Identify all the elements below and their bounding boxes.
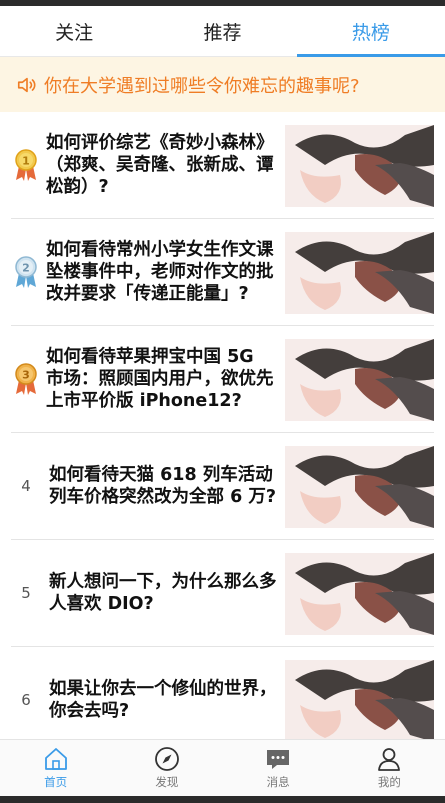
item-title: 如果让你去一个修仙的世界，你会去吗? [49, 679, 277, 721]
svg-text:2: 2 [22, 262, 30, 275]
message-icon [267, 750, 290, 769]
list-item[interactable]: 6 如果让你去一个修仙的世界，你会去吗? [11, 647, 434, 754]
bronze-medal-icon: 3 [15, 363, 37, 395]
svg-text:3: 3 [22, 369, 30, 382]
nav-profile-label: 我的 [377, 775, 401, 789]
notice-text: 你在大学遇到过哪些令你难忘的趣事呢? [44, 75, 360, 97]
nav-home-label: 首页 [44, 775, 68, 789]
list-item[interactable]: 2 如何看待常州小学女生作文课坠楼事件中，老师对作文的批改并要求「传递正能量」? [11, 219, 434, 326]
gold-medal-icon: 1 [15, 149, 37, 181]
list-item[interactable]: 5 新人想问一下，为什么那么多人喜欢 DIO? [11, 540, 434, 647]
rank-number: 6 [21, 691, 31, 709]
item-title: 新人想问一下，为什么那么多人喜欢 DIO? [49, 572, 277, 614]
rank-number: 4 [21, 477, 31, 495]
silver-medal-icon: 2 [15, 256, 37, 288]
home-icon [44, 748, 67, 770]
item-thumbnail [285, 232, 434, 314]
user-icon [378, 748, 401, 771]
rank-badge: 2 [12, 219, 40, 325]
tab-hot[interactable]: 热榜 [296, 6, 445, 57]
list-item[interactable]: 4 如何看待天猫 618 列车活动列车价格突然改为全部 6 万? [11, 433, 434, 540]
item-thumbnail [285, 446, 434, 528]
item-title: 如何看待苹果押宝中国 5G 市场：照顾国内用户，欲优先上市平价版 iPhone1… [46, 347, 274, 411]
item-title: 如何看待常州小学女生作文课坠楼事件中，老师对作文的批改并要求「传递正能量」? [46, 240, 274, 304]
notice-banner[interactable]: 你在大学遇到过哪些令你难忘的趣事呢? [0, 57, 445, 112]
rank-badge: 6 [12, 647, 40, 753]
item-thumbnail [285, 125, 434, 207]
rank-number: 5 [21, 584, 31, 602]
nav-home[interactable]: 首页 [0, 740, 111, 796]
speaker-icon [17, 77, 36, 92]
item-title: 如何看待天猫 618 列车活动列车价格突然改为全部 6 万? [49, 465, 277, 507]
tab-recommend[interactable]: 推荐 [148, 6, 296, 56]
nav-profile[interactable]: 我的 [334, 740, 445, 796]
rank-badge: 5 [12, 540, 40, 646]
tab-follow[interactable]: 关注 [0, 6, 148, 56]
home-indicator-bar [0, 796, 445, 803]
rank-badge: 3 [12, 326, 40, 432]
hot-list: 1 如何评价综艺《奇妙小森林》（郑爽、吴奇隆、张新成、谭松韵）? 2 如何看待常… [0, 112, 445, 754]
nav-discover-label: 发现 [155, 775, 179, 789]
list-item[interactable]: 3 如何看待苹果押宝中国 5G 市场：照顾国内用户，欲优先上市平价版 iPhon… [11, 326, 434, 433]
rank-badge: 4 [12, 433, 40, 539]
bottom-nav: 首页 发现 消息 我的 [0, 739, 445, 796]
tab-bar: 关注 推荐 热榜 [0, 6, 445, 57]
nav-discover[interactable]: 发现 [111, 740, 222, 796]
item-thumbnail [285, 339, 434, 421]
list-item[interactable]: 1 如何评价综艺《奇妙小森林》（郑爽、吴奇隆、张新成、谭松韵）? [11, 112, 434, 219]
item-thumbnail [285, 553, 434, 635]
item-thumbnail [285, 660, 434, 742]
rank-badge: 1 [12, 112, 40, 218]
item-title: 如何评价综艺《奇妙小森林》（郑爽、吴奇隆、张新成、谭松韵）? [46, 133, 274, 197]
compass-icon [154, 747, 179, 771]
nav-messages-label: 消息 [266, 775, 290, 789]
nav-messages[interactable]: 消息 [223, 740, 334, 796]
svg-text:1: 1 [22, 155, 30, 168]
